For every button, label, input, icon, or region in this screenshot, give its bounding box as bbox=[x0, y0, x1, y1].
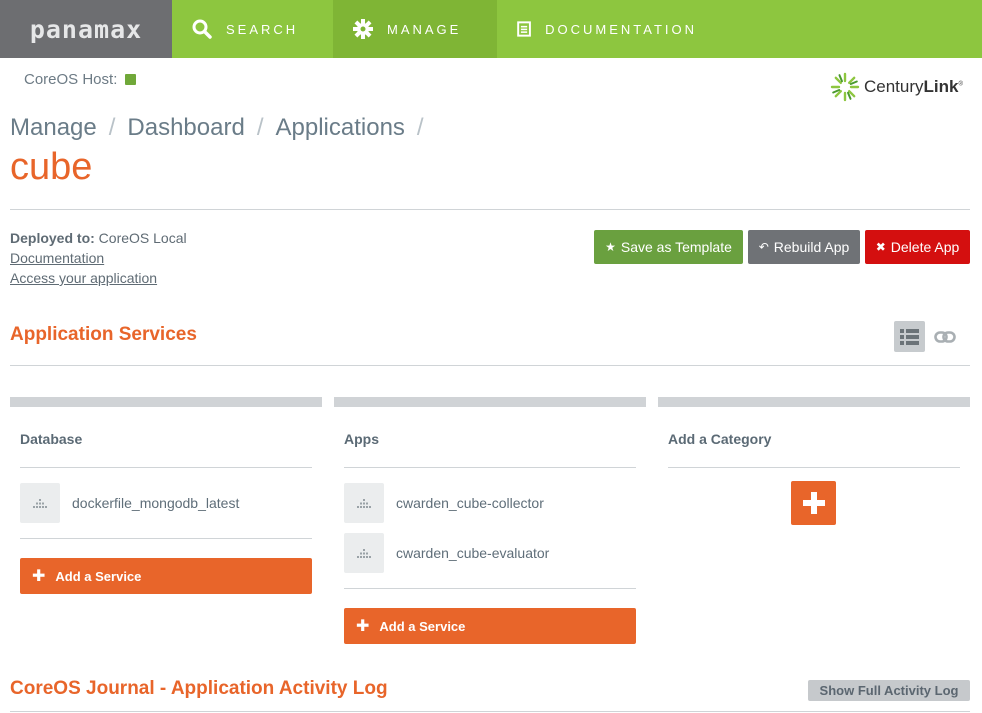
divider bbox=[10, 365, 970, 366]
service-item[interactable]: cwarden_cube-evaluator bbox=[344, 528, 636, 578]
nav-documentation[interactable]: DOCUMENTATION bbox=[497, 0, 717, 58]
access-application-link[interactable]: Access your application bbox=[10, 268, 187, 288]
plus-icon: ✚ bbox=[356, 618, 370, 635]
services-title: Application Services bbox=[10, 324, 197, 345]
drag-handle-icon[interactable] bbox=[20, 483, 60, 523]
save-as-template-button[interactable]: ★ Save as Template bbox=[594, 230, 743, 264]
breadcrumb-separator: / bbox=[416, 114, 424, 141]
deployed-value: CoreOS Local bbox=[98, 230, 187, 246]
add-service-label: Add a Service bbox=[55, 568, 142, 584]
app-meta: Deployed to: CoreOS Local Documentation … bbox=[10, 228, 187, 288]
show-full-activity-log-button[interactable]: Show Full Activity Log bbox=[808, 680, 970, 701]
breadcrumb-dashboard[interactable]: Dashboard bbox=[127, 114, 244, 142]
rebuild-app-label: Rebuild App bbox=[773, 239, 850, 255]
nav-manage[interactable]: MANAGE bbox=[333, 0, 497, 58]
nav-search[interactable]: SEARCH bbox=[172, 0, 333, 58]
plus-icon: ✚ bbox=[32, 568, 46, 585]
host-status: CoreOS Host: bbox=[24, 71, 137, 88]
rebuild-app-button[interactable]: ↶ Rebuild App bbox=[748, 230, 860, 264]
save-as-template-label: Save as Template bbox=[620, 239, 732, 255]
documentation-link[interactable]: Documentation bbox=[10, 248, 187, 268]
add-service-label: Add a Service bbox=[379, 618, 466, 634]
breadcrumb: Manage / Dashboard / Applications / bbox=[10, 114, 436, 142]
undo-icon: ↶ bbox=[758, 240, 769, 254]
link-view-toggle[interactable] bbox=[934, 327, 956, 352]
search-icon bbox=[192, 19, 212, 39]
host-label: CoreOS Host: bbox=[24, 71, 118, 88]
drag-handle-icon[interactable] bbox=[344, 533, 384, 573]
drag-handle-icon[interactable] bbox=[344, 483, 384, 523]
category-title: Apps bbox=[344, 431, 636, 468]
breadcrumb-manage[interactable]: Manage bbox=[10, 114, 97, 142]
breadcrumb-applications[interactable]: Applications bbox=[276, 114, 405, 142]
plus-icon bbox=[802, 492, 825, 514]
list-view-toggle[interactable] bbox=[894, 321, 925, 352]
add-service-button[interactable]: ✚ Add a Service bbox=[20, 558, 312, 594]
category-bar bbox=[658, 397, 970, 407]
breadcrumb-separator: / bbox=[256, 114, 264, 141]
add-service-button[interactable]: ✚ Add a Service bbox=[344, 608, 636, 644]
category-database: Database dockerfile_mongodb_latest ✚ Add … bbox=[10, 397, 322, 594]
category-apps: Apps cwarden_cube-collector cwarden_cube… bbox=[334, 397, 646, 644]
service-list: cwarden_cube-collector cwarden_cube-eval… bbox=[344, 468, 636, 589]
logo-text: panamax bbox=[29, 14, 143, 44]
top-nav: panamax SEARCH MANAGE DOCUMENTATION bbox=[0, 0, 982, 58]
document-icon bbox=[517, 21, 531, 37]
deployed-label: Deployed to: bbox=[10, 230, 95, 246]
link-icon bbox=[934, 331, 956, 343]
centurylink-logo: CenturyLink® bbox=[830, 72, 963, 102]
gear-icon bbox=[353, 19, 373, 39]
panamax-logo[interactable]: panamax bbox=[0, 0, 172, 58]
deployed-info: Deployed to: CoreOS Local bbox=[10, 228, 187, 248]
add-category-column: Add a Category bbox=[658, 397, 970, 468]
nav-search-label: SEARCH bbox=[226, 21, 299, 37]
category-bar bbox=[334, 397, 646, 407]
divider bbox=[10, 711, 970, 712]
list-icon bbox=[900, 328, 919, 345]
journal-title: CoreOS Journal - Application Activity Lo… bbox=[10, 678, 388, 699]
category-bar bbox=[10, 397, 322, 407]
service-item[interactable]: cwarden_cube-collector bbox=[344, 478, 636, 528]
delete-app-label: Delete App bbox=[890, 239, 960, 255]
nav-documentation-label: DOCUMENTATION bbox=[545, 21, 697, 37]
service-name: cwarden_cube-evaluator bbox=[396, 545, 550, 561]
service-item[interactable]: dockerfile_mongodb_latest bbox=[20, 478, 312, 528]
divider bbox=[10, 209, 970, 210]
nav-manage-label: MANAGE bbox=[387, 21, 462, 37]
centurylink-wordmark: CenturyLink® bbox=[864, 77, 963, 96]
star-icon: ★ bbox=[605, 240, 616, 254]
add-category-title: Add a Category bbox=[668, 431, 960, 468]
centurylink-mark-icon bbox=[830, 72, 860, 102]
breadcrumb-separator: / bbox=[108, 114, 116, 141]
page-title: cube bbox=[10, 146, 93, 188]
add-category-button[interactable] bbox=[791, 481, 836, 525]
category-title: Database bbox=[20, 431, 312, 468]
delete-app-button[interactable]: ✖ Delete App bbox=[865, 230, 970, 264]
service-name: cwarden_cube-collector bbox=[396, 495, 544, 511]
close-icon: ✖ bbox=[875, 240, 886, 254]
host-status-indicator bbox=[125, 74, 137, 85]
service-name: dockerfile_mongodb_latest bbox=[72, 495, 240, 511]
service-list: dockerfile_mongodb_latest bbox=[20, 468, 312, 539]
